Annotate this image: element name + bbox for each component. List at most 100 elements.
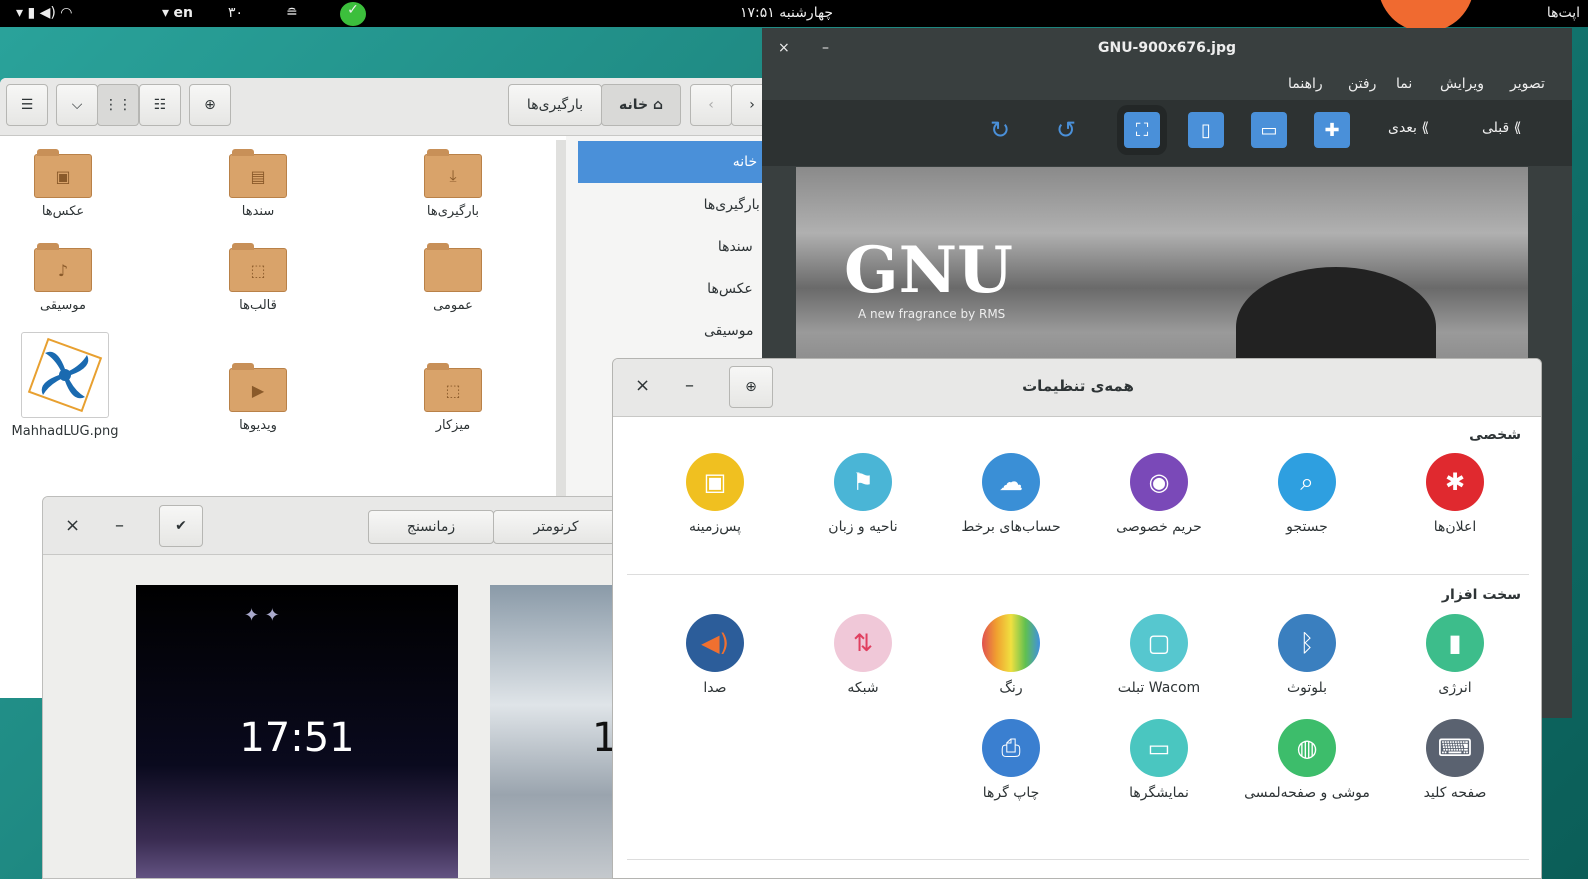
panel-label: رنگ [999,680,1023,696]
panel-label: شبکه [847,680,879,696]
panel-label: انرژی [1438,680,1472,696]
rotate-right-button[interactable]: ↻ [982,112,1018,148]
menu-view[interactable]: نما [1396,76,1412,92]
file-mahhadlug[interactable]: MahhadLUG.png [0,332,130,439]
menu-button[interactable]: ☰ [6,84,48,126]
rotate-left-button[interactable]: ↺ [1048,112,1084,148]
folder-desktop[interactable]: ⬚ میزکار [398,363,508,433]
sidebar-item-pictures[interactable]: عکس‌ها▣ [578,268,788,310]
zoom-in-button[interactable]: ✚ [1314,112,1350,148]
panel-sound[interactable]: ◀) صدا [645,614,785,696]
next-button[interactable]: بعدی ⟪ [1388,120,1429,136]
world-clock-night[interactable]: ✦ ✦ 17:51 [136,585,458,878]
privacy-icon: ◉ [1130,453,1188,511]
folder-icon: ▣ [34,149,92,198]
panel-label: اعلان‌ها [1433,519,1477,535]
folder-icon: ⬚ [229,243,287,292]
folder-label: بارگیری‌ها [426,204,480,219]
tab-stopwatch[interactable]: کرنومتر [493,510,619,544]
panel-printers[interactable]: ⎙ چاپ گرها [941,719,1081,801]
next-label: بعدی [1388,120,1417,136]
sidebar-item-documents[interactable]: سندها▤ [578,226,788,268]
panel-notifications[interactable]: ✱ اعلان‌ها [1385,453,1525,535]
tab-timer[interactable]: زمانسنج [368,510,494,544]
menu-image[interactable]: تصویر [1510,76,1545,92]
panel-color[interactable]: رنگ [941,614,1081,696]
folder-music[interactable]: ♪ موسیقی [8,243,118,313]
panel-background[interactable]: ▣ پس‌زمینه [645,453,785,535]
folder-pictures[interactable]: ▣ عکس‌ها [8,149,118,219]
app-icon[interactable]: ≘ [286,5,298,21]
sidebar-label: عکس‌ها [707,281,753,297]
divider [627,574,1529,575]
sidebar-item-home[interactable]: خانه⌂ [578,141,788,183]
panel-wacom[interactable]: ▢ تبلت Wacom [1089,614,1229,696]
minimize-icon[interactable]: – [115,515,124,536]
sidebar-item-downloads[interactable]: بارگیری‌ها⤓ [578,184,788,226]
star-icon: ✦ ✦ [244,605,280,626]
folder-downloads[interactable]: ⤓ بارگیری‌ها [398,149,508,219]
clock[interactable]: چهارشنبه ۱۷:۵۱ [740,5,833,21]
folder-templates[interactable]: ⬚ قالب‌ها [203,243,313,313]
select-button[interactable]: ✔ [159,505,203,547]
back-button[interactable]: ‹ [690,84,732,126]
grid-view-button[interactable]: ⋮⋮ [97,84,139,126]
battery-icon: ▮ [1426,614,1484,672]
panel-mouse[interactable]: ◍ موشی و صفحه‌لمسی [1237,719,1377,801]
panel-power[interactable]: ▮ انرژی [1385,614,1525,696]
panel-label: جستجو [1286,519,1328,535]
prev-button[interactable]: قبلی ⟪ [1482,120,1521,136]
activities-button[interactable]: اپت‌ها [1547,5,1580,21]
view-dropdown-button[interactable]: ⌵ [56,84,98,126]
menu-help[interactable]: راهنما [1288,76,1323,92]
panel-label: تبلت Wacom [1117,680,1201,696]
display-icon: ▭ [1130,719,1188,777]
folder-public[interactable]: عمومی [398,243,508,313]
system-menu-icon[interactable]: ▾ ▮ ◀) ◠ [16,5,73,21]
close-icon[interactable]: × [65,515,80,536]
background-icon: ▣ [686,453,744,511]
folder-icon: ⤓ [424,149,482,198]
lang-indicator[interactable]: ▾ en [162,5,193,21]
panel-label: چاپ گرها [982,785,1040,801]
prev-label: قبلی [1482,120,1510,136]
folder-label: میزکار [435,418,471,433]
viewer-toolbar [762,100,1572,166]
sidebar-label: خانه [732,154,758,170]
check-icon[interactable]: ✓ [340,2,366,26]
folder-videos[interactable]: ▶ ویدیوها [203,363,313,433]
panel-network[interactable]: ⇅ شبکه [793,614,933,696]
image-title: GNU [844,233,1013,308]
sidebar-item-music[interactable]: موسیقی♫ [578,310,788,352]
folder-label: ویدیوها [239,418,277,433]
locate-button[interactable]: ⊕ [189,84,231,126]
menu-edit[interactable]: ویرایش [1440,76,1484,92]
panel-online-accounts[interactable]: ☁ حساب‌های برخط [941,453,1081,535]
panel-displays[interactable]: ▭ نمایشگرها [1089,719,1229,801]
color-icon [982,614,1040,672]
path-downloads[interactable]: بارگیری‌ها [508,84,602,126]
mouse-icon: ◍ [1278,719,1336,777]
panel-region[interactable]: ⚑ ناحیه و زبان [793,453,933,535]
panel-keyboard[interactable]: ⌨ صفحه کلید [1385,719,1525,801]
sidebar-label: بارگیری‌ها [703,197,760,213]
list-view-button[interactable]: ☷ [139,84,181,126]
panel-bluetooth[interactable]: ᛒ بلوتوث [1237,614,1377,696]
panel-privacy[interactable]: ◉ حریم خصوصی [1089,453,1229,535]
panel-search[interactable]: ⌕ جستجو [1237,453,1377,535]
top-bar: ▾ ▮ ◀) ◠ ▾ en ۳۰ ≘ ✓ چهارشنبه ۱۷:۵۱ اپت‌… [0,0,1588,32]
fit-height-button[interactable]: ▯ [1188,112,1224,148]
folder-icon: ♪ [34,243,92,292]
menu-go[interactable]: رفتن [1348,76,1376,92]
folder-documents[interactable]: ▤ سندها [203,149,313,219]
path-home[interactable]: خانه ⌂ [601,84,681,126]
panel-label: نمایشگرها [1129,785,1189,801]
fit-width-button[interactable]: ▭ [1251,112,1287,148]
flag-icon: ⚑ [834,453,892,511]
best-fit-button[interactable]: ⛶ [1124,112,1160,148]
path-home-label: خانه [619,97,649,113]
printer-icon: ⎙ [982,719,1040,777]
sidebar-label: سندها [717,239,753,255]
settings-title: همه‌ی تنظیمات [1022,377,1134,395]
settings-window: × – ⊕ همه‌ی تنظیمات شخصی ✱ اعلان‌ها ⌕ جستج… [612,358,1542,879]
